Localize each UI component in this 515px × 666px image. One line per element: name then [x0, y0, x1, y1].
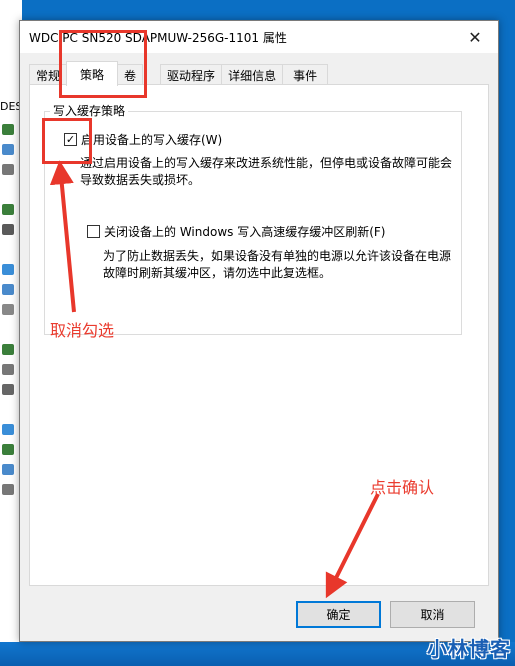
- uncheck-arrow: [49, 160, 76, 313]
- watermark-logo: 小林博客: [427, 637, 511, 661]
- tab-policy[interactable]: 策略: [66, 61, 119, 86]
- confirm-annotation: 点击确认: [370, 478, 435, 497]
- confirm-arrow: [325, 493, 380, 599]
- uncheck-annotation: 取消勾选: [50, 321, 115, 340]
